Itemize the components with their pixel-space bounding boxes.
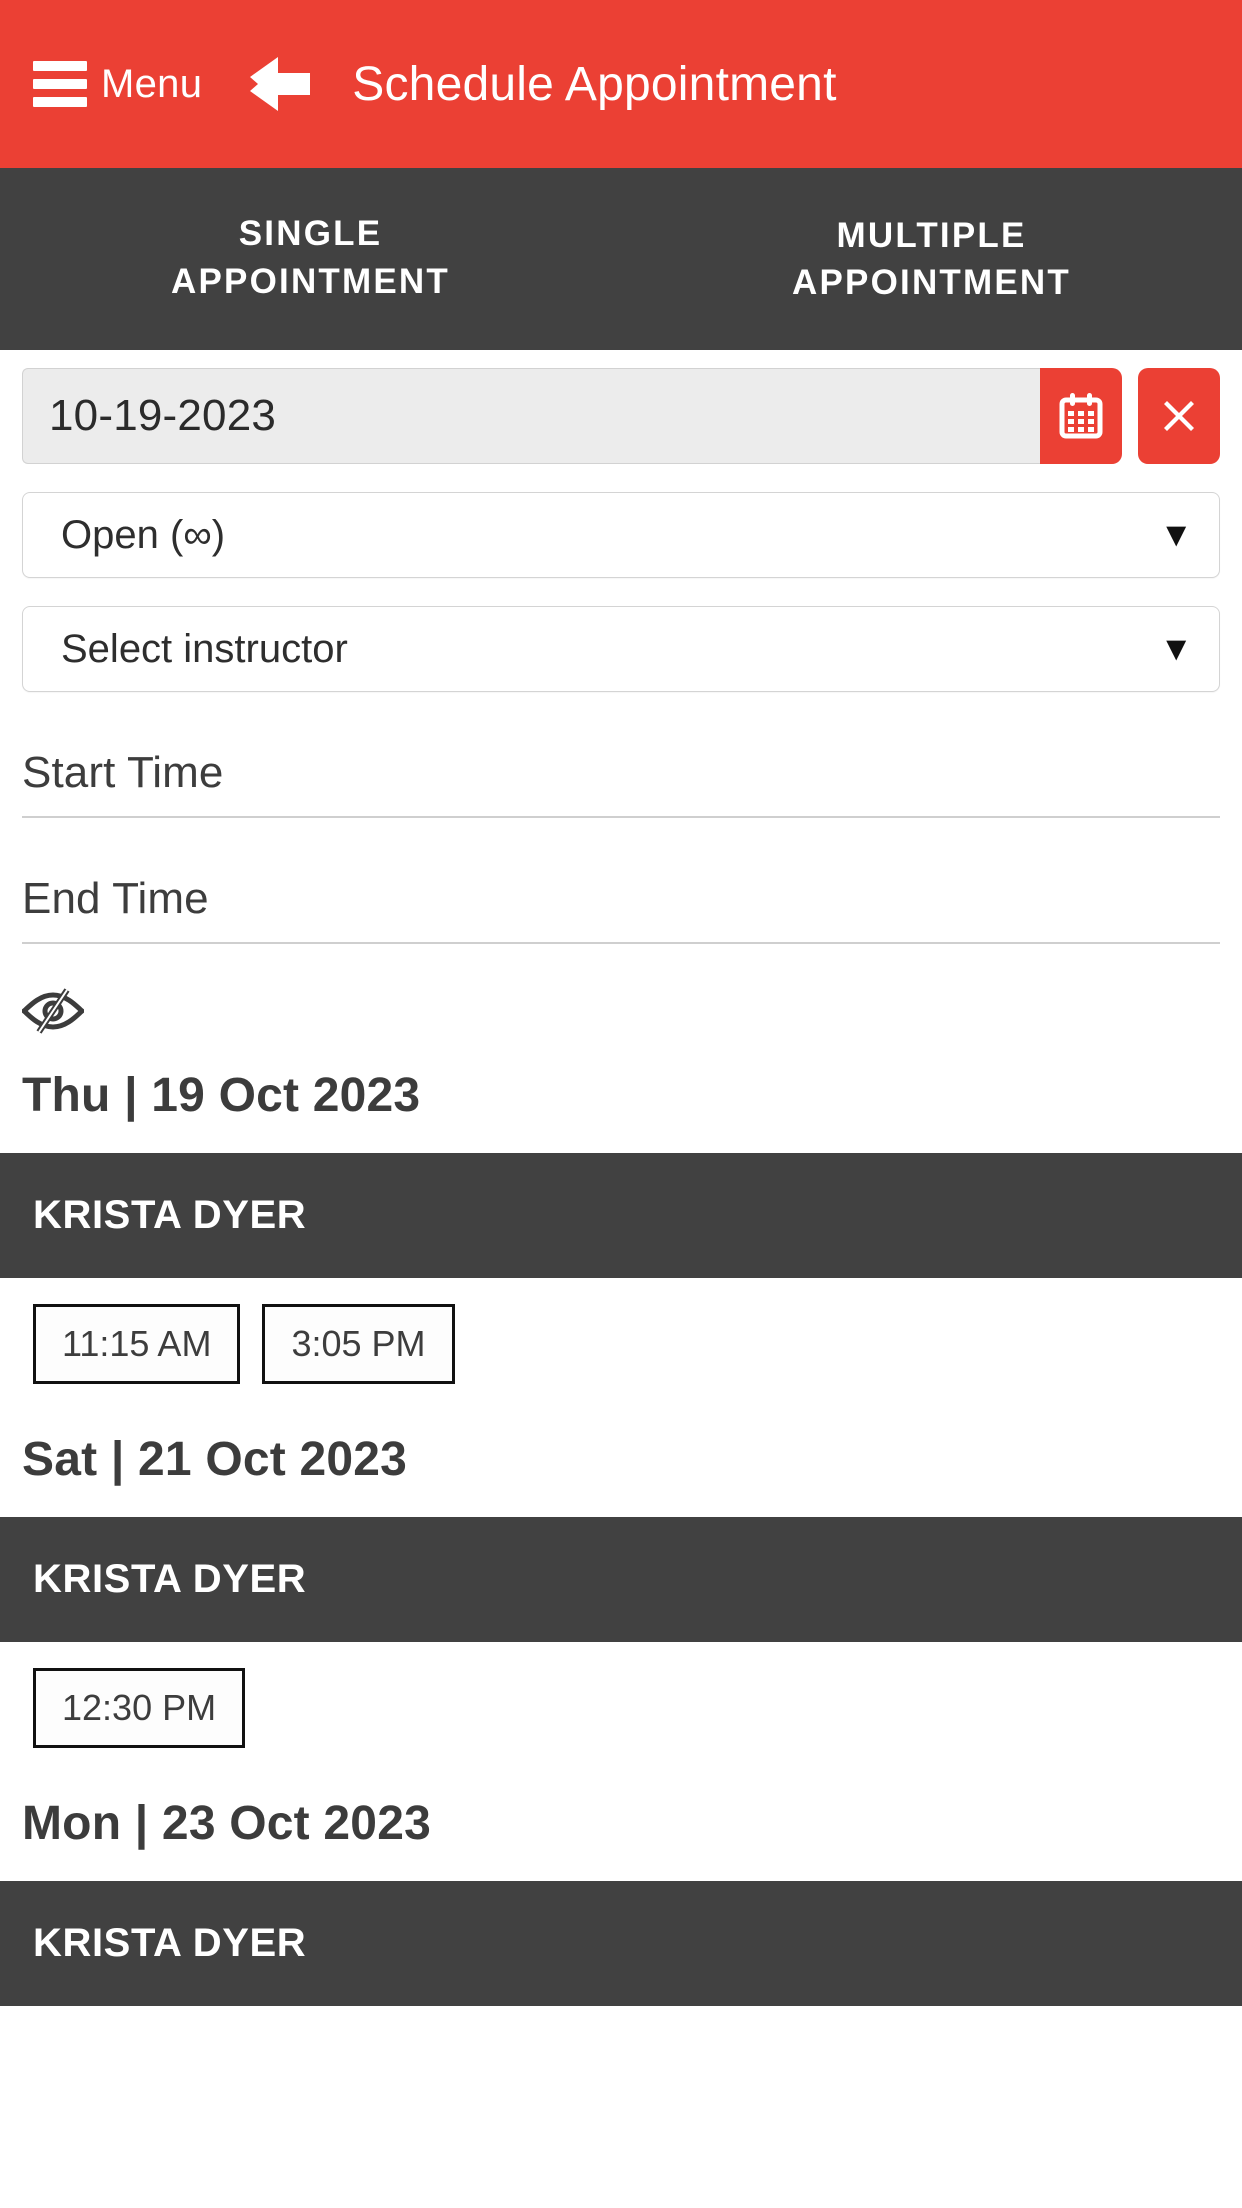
date-row: 10-19-2023 <box>22 368 1220 464</box>
clear-date-button[interactable] <box>1138 368 1220 464</box>
instructor-select-value: Select instructor <box>61 626 348 671</box>
duration-select[interactable]: Open (∞) ▼ <box>22 492 1220 578</box>
date-input[interactable]: 10-19-2023 <box>22 368 1040 464</box>
eye-slash-icon <box>22 988 84 1034</box>
time-slot[interactable]: 12:30 PM <box>33 1668 246 1748</box>
menu-button[interactable]: Menu <box>33 61 202 107</box>
availability-results: Thu | 19 Oct 2023 KRISTA DYER 11:15 AM 3… <box>0 1034 1242 2006</box>
instructor-header: KRISTA DYER <box>0 1881 1242 2006</box>
appointment-mode-tabs: SINGLE APPOINTMENT MULTIPLE APPOINTMENT <box>0 168 1242 350</box>
chevron-down-icon: ▼ <box>1159 630 1193 668</box>
start-time-field[interactable]: Start Time <box>22 748 1220 818</box>
availability-group: Thu | 19 Oct 2023 KRISTA DYER 11:15 AM 3… <box>0 1034 1242 1398</box>
time-slot[interactable]: 11:15 AM <box>33 1304 241 1384</box>
app-header: Menu Schedule Appointment <box>0 0 1242 168</box>
instructor-header: KRISTA DYER <box>0 1517 1242 1642</box>
visibility-toggle[interactable] <box>22 988 1220 1034</box>
back-button[interactable] <box>244 48 316 120</box>
availability-group: Mon | 23 Oct 2023 KRISTA DYER <box>0 1762 1242 2006</box>
slot-list: 11:15 AM 3:05 PM <box>0 1278 1242 1398</box>
appointment-form: 10-19-2023 Open (∞) ▼ Select instructor <box>0 368 1242 1034</box>
end-time-field[interactable]: End Time <box>22 874 1220 944</box>
tab-multiple-line1: MULTIPLE <box>836 215 1027 255</box>
availability-group: Sat | 21 Oct 2023 KRISTA DYER 12:30 PM <box>0 1398 1242 1762</box>
menu-label: Menu <box>101 62 203 106</box>
hamburger-icon[interactable] <box>33 61 87 107</box>
duration-select-value: Open (∞) <box>61 512 226 557</box>
tab-multiple-line2: APPOINTMENT <box>792 263 1071 302</box>
instructor-header: KRISTA DYER <box>0 1153 1242 1278</box>
chevron-down-icon: ▼ <box>1159 516 1193 554</box>
day-header: Mon | 23 Oct 2023 <box>22 1797 431 1850</box>
calendar-icon <box>1059 393 1103 439</box>
time-slot[interactable]: 3:05 PM <box>262 1304 455 1384</box>
day-header: Sat | 21 Oct 2023 <box>22 1433 408 1486</box>
slot-list: 12:30 PM <box>0 1642 1242 1762</box>
tab-single-appointment[interactable]: SINGLE APPOINTMENT <box>0 168 621 347</box>
arrow-left-icon <box>250 57 311 111</box>
close-x-icon <box>1164 401 1194 431</box>
tab-multiple-appointment[interactable]: MULTIPLE APPOINTMENT <box>621 168 1242 350</box>
page-title: Schedule Appointment <box>352 57 837 111</box>
day-header: Thu | 19 Oct 2023 <box>22 1069 421 1122</box>
calendar-picker-button[interactable] <box>1040 368 1122 464</box>
tab-single-line1: SINGLE <box>238 214 383 254</box>
tab-single-line2: APPOINTMENT <box>171 261 450 301</box>
instructor-select[interactable]: Select instructor ▼ <box>22 606 1220 692</box>
